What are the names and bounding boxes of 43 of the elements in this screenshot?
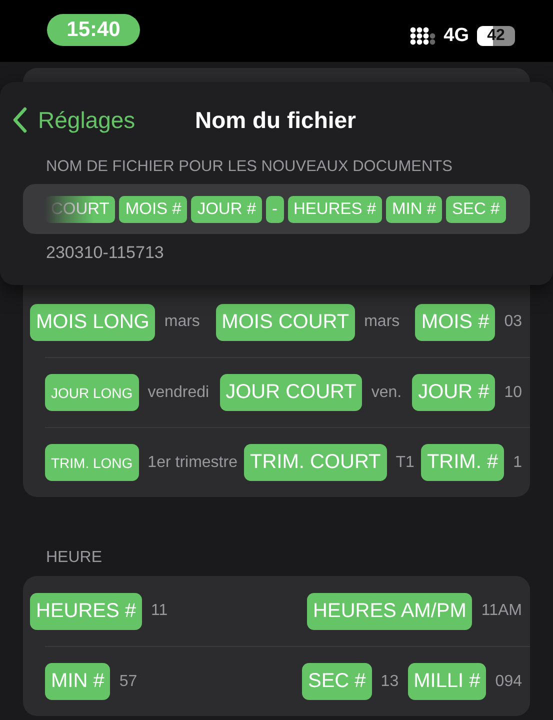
format-token[interactable]: MIN # xyxy=(45,663,110,700)
back-button[interactable]: Réglages xyxy=(12,106,136,134)
format-token[interactable]: MILLI # xyxy=(408,663,486,700)
example-value: vendredi xyxy=(148,384,210,402)
format-token[interactable]: JOUR # xyxy=(412,374,496,411)
network-label: 4G xyxy=(444,25,469,47)
format-token[interactable]: HEURES # xyxy=(288,196,382,222)
example-value: 11 xyxy=(151,602,168,620)
example-value: T1 xyxy=(396,454,414,472)
format-token[interactable]: - xyxy=(266,196,284,222)
format-token[interactable]: MOIS COURT xyxy=(216,304,356,340)
time-pill[interactable]: 15:40 xyxy=(47,14,140,46)
example-value: mars xyxy=(164,313,200,331)
format-token[interactable]: SEC # xyxy=(446,196,506,222)
format-token[interactable]: MOIS LONG xyxy=(30,304,156,340)
format-token[interactable]: MOIS # xyxy=(415,304,496,340)
format-token[interactable]: JOUR # xyxy=(191,196,262,222)
example-value: 57 xyxy=(119,672,138,690)
back-chevron-icon xyxy=(12,107,28,133)
format-token[interactable]: SEC # xyxy=(302,663,372,700)
format-token[interactable]: MOIS # xyxy=(119,196,188,222)
example-value: 1 xyxy=(513,454,522,472)
example-value: 11AM xyxy=(481,602,522,620)
example-value: 10 xyxy=(504,384,522,402)
format-token[interactable]: TRIM. COURT xyxy=(244,444,387,481)
format-token[interactable]: HEURES AM/PM xyxy=(307,592,472,630)
example-value: 094 xyxy=(495,672,522,690)
example-value: 1er trimestre xyxy=(148,454,238,472)
format-token[interactable]: HEURES # xyxy=(30,592,142,630)
example-value: 03 xyxy=(504,313,522,331)
format-token[interactable]: MIN # xyxy=(386,196,442,222)
screen-title: Nom du fichier xyxy=(195,106,356,134)
format-token[interactable]: TRIM. # xyxy=(420,444,504,481)
section-header: NOM DE FICHIER POUR LES NOUVEAUX DOCUMENTS xyxy=(45,157,454,176)
section-header: HEURE xyxy=(45,548,104,568)
example-value: mars xyxy=(364,313,400,331)
signal-icon xyxy=(410,27,436,45)
example-value: ven. xyxy=(371,384,402,402)
format-token[interactable]: TRIM. LONG xyxy=(45,444,139,481)
filename-preview: 230310-115713 xyxy=(45,242,165,263)
format-token[interactable]: JOUR LONG xyxy=(45,374,139,411)
format-token[interactable]: JOUR COURT xyxy=(220,374,362,411)
example-value: 13 xyxy=(380,672,399,690)
